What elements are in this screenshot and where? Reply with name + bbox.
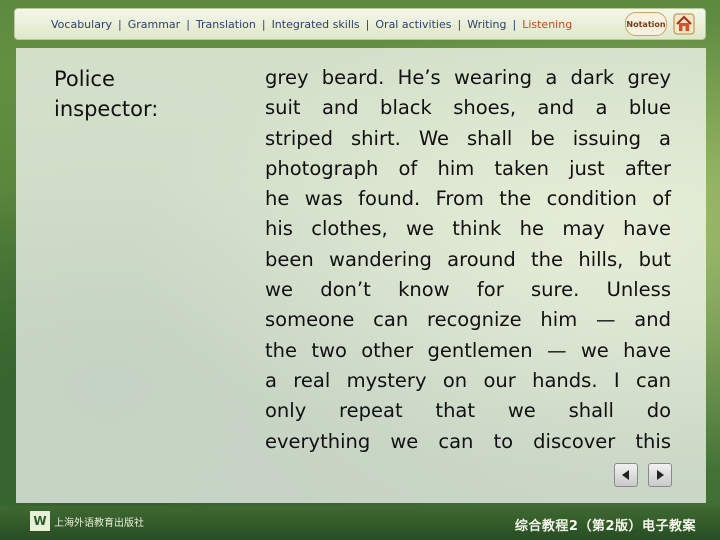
passage-line: been wandering around the hills, but [265, 247, 671, 271]
nav-separator: | [365, 17, 370, 31]
passage-line: only repeat that we shall do [265, 399, 671, 423]
topbar-logos: Notation [625, 12, 695, 36]
home-icon[interactable] [673, 13, 695, 35]
slide-navigation [614, 463, 672, 487]
nav-separator: | [261, 17, 266, 31]
triangle-left-icon [622, 470, 629, 480]
next-button[interactable] [648, 463, 672, 487]
publisher-logo: W 上海外语教育出版社 [30, 511, 144, 531]
triangle-right-icon [657, 470, 664, 480]
previous-button[interactable] [614, 463, 638, 487]
nav-translation[interactable]: Translation [196, 18, 256, 31]
passage-line: his clothes, we think he may have [265, 217, 671, 241]
passage-line: someone can recognize him — and [265, 308, 671, 332]
nav-separator: | [117, 17, 122, 31]
nav-writing[interactable]: Writing [467, 18, 506, 31]
course-title: 综合教程2（第2版）电子教案 [514, 519, 696, 534]
passage-line: grey beard. He’s wearing a dark grey [265, 66, 671, 89]
nav-integrated-skills[interactable]: Integrated skills [272, 18, 360, 31]
top-navigation-bar: Vocabulary | Grammar | Translation | Int… [14, 8, 706, 40]
nav-separator: | [457, 17, 462, 31]
nav-grammar[interactable]: Grammar [128, 18, 180, 31]
notation-icon[interactable]: Notation [625, 12, 667, 36]
passage-line: everything we can to discover this [265, 429, 671, 453]
publisher-emblem-icon: W [30, 511, 50, 531]
passage-line: suit and black shoes, and a blue [265, 96, 671, 120]
passage-line: he was found. From the condition of [265, 187, 671, 211]
publisher-name: 上海外语教育出版社 [54, 517, 144, 529]
nav-listening[interactable]: Listening [522, 18, 572, 31]
passage-line: a real mystery on our hands. I can [265, 368, 671, 392]
passage-line: striped shirt. We shall be issuing a [265, 126, 671, 150]
nav-vocabulary[interactable]: Vocabulary [51, 18, 112, 31]
passage-text: grey beard. He’s wearing a dark grey sui… [265, 63, 671, 457]
speaker-label: Police inspector: [54, 67, 159, 121]
passage-line: the two other gentlemen — we have [265, 338, 671, 362]
passage-line: photograph of him taken just after [265, 156, 671, 180]
nav-separator: | [186, 17, 190, 31]
nav-oral-activities[interactable]: Oral activities [375, 18, 451, 31]
passage-line: we don’t know for sure. Unless [265, 278, 671, 302]
nav-separator: | [512, 17, 517, 31]
